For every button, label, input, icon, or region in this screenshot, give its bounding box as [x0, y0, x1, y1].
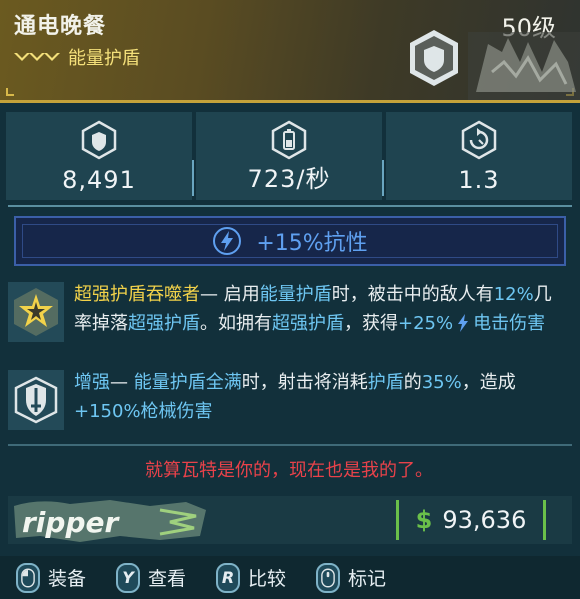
perk-text-segment: — 启用	[200, 284, 260, 305]
perk-highlight: 35%	[421, 372, 462, 393]
action-mark[interactable]: 标记	[316, 562, 387, 593]
svg-text:ripper: ripper	[22, 506, 120, 539]
energy-shield-badge-icon	[410, 30, 458, 86]
recharge-rate-icon	[271, 120, 307, 160]
perk-text-segment: —	[110, 372, 134, 393]
perk-highlight: +25%	[398, 313, 454, 334]
perk-highlight: +150%枪械伤害	[74, 401, 213, 422]
perk-text-segment: ，造成	[461, 372, 516, 393]
perk-highlight: 超强护盾	[128, 313, 200, 334]
action-label: 装备	[48, 568, 87, 590]
action-label: 标记	[348, 568, 387, 590]
item-header: 通电晚餐 50级 能量护盾	[0, 0, 580, 103]
action-inspect[interactable]: Y 查看	[116, 562, 187, 593]
shield-capacity-icon	[81, 120, 117, 160]
element-resistance-text: +15%抗性	[256, 231, 368, 256]
perk-highlight: 护盾	[367, 372, 404, 393]
shock-icon	[458, 314, 469, 332]
perk-icon-frame	[8, 282, 64, 342]
stat-recharge-rate: 723/秒	[196, 112, 384, 200]
action-label: 查看	[148, 568, 187, 590]
perk-text-segment: ，获得	[344, 313, 398, 334]
star-perk-icon	[14, 288, 58, 336]
header-corner-left	[6, 88, 14, 96]
stat-recharge-delay-value: 1.3	[458, 166, 500, 194]
currency-icon: $	[415, 506, 433, 534]
stat-recharge-rate-value: 723/秒	[247, 165, 331, 193]
item-type: 能量护盾	[68, 48, 140, 69]
price-value: 93,636	[442, 506, 527, 534]
perk-augment: 增强— 能量护盾全满时，射击将消耗护盾的35%，造成 +150%枪械伤害	[6, 366, 572, 436]
shield-sword-perk-icon	[14, 376, 58, 424]
flavor-text: 就算瓦特是你的，现在也是我的了。	[145, 460, 433, 481]
action-bar: 装备 Y 查看 R 比较 标记	[0, 556, 580, 599]
perk-highlight: 电击伤害	[473, 313, 546, 334]
perk-highlight: 能量护盾全满	[133, 372, 242, 393]
perk-description: 增强— 能量护盾全满时，射击将消耗护盾的35%，造成 +150%枪械伤害	[74, 368, 566, 426]
perk-shield-devourer: 超强护盾吞噬者— 启用能量护盾时，被击中的敌人有12%几率掉落超强护盾。如拥有超…	[6, 278, 572, 364]
perk-text-segment: 时，被击中的敌人有	[331, 284, 494, 305]
stat-capacity: 8,491	[6, 112, 194, 200]
key-r-icon: R	[216, 562, 241, 593]
perk-text-segment: 时，射击将消耗	[241, 372, 368, 393]
item-card: 通电晚餐 50级 能量护盾 8,491 723/秒 1.3 +15%抗性 超强护…	[0, 0, 580, 599]
action-compare[interactable]: R 比较	[216, 562, 287, 593]
recharge-delay-icon	[461, 120, 497, 160]
mouse-middle-icon	[316, 562, 341, 593]
manufacturer-art-icon	[468, 32, 580, 100]
perk-text-segment: 。如拥有	[200, 313, 272, 334]
perk-icon-frame	[8, 370, 64, 430]
stat-capacity-value: 8,491	[62, 166, 136, 194]
stats-row: 8,491 723/秒 1.3	[6, 112, 572, 200]
perk-text-segment: 的	[403, 372, 422, 393]
action-label: 比较	[248, 568, 287, 590]
element-resistance-bar: +15%抗性	[14, 216, 566, 266]
rarity-chevron-icon	[14, 53, 60, 61]
rarity-row: 能量护盾	[14, 44, 140, 70]
item-name: 通电晚餐	[14, 14, 107, 39]
perk-highlight: 12%	[493, 284, 534, 305]
perk-title: 超强护盾吞噬者	[74, 284, 200, 305]
mouse-left-icon	[16, 562, 40, 593]
flavor-area: 就算瓦特是你的，现在也是我的了。	[6, 446, 572, 488]
divider	[8, 205, 572, 207]
manufacturer-bar: ripper $ 93,636	[8, 496, 572, 544]
ripper-logo-icon: ripper	[10, 496, 210, 544]
price-box: $ 93,636	[396, 500, 546, 540]
key-y-icon: Y	[116, 562, 141, 593]
perk-title: 增强	[74, 372, 110, 393]
perk-highlight: 超强护盾	[272, 313, 344, 334]
shock-icon	[213, 227, 242, 255]
action-equip[interactable]: 装备	[16, 562, 87, 593]
perk-highlight: 能量护盾	[259, 284, 332, 305]
perk-description: 超强护盾吞噬者— 启用能量护盾时，被击中的敌人有12%几率掉落超强护盾。如拥有超…	[74, 280, 566, 338]
stat-recharge-delay: 1.3	[386, 112, 572, 200]
